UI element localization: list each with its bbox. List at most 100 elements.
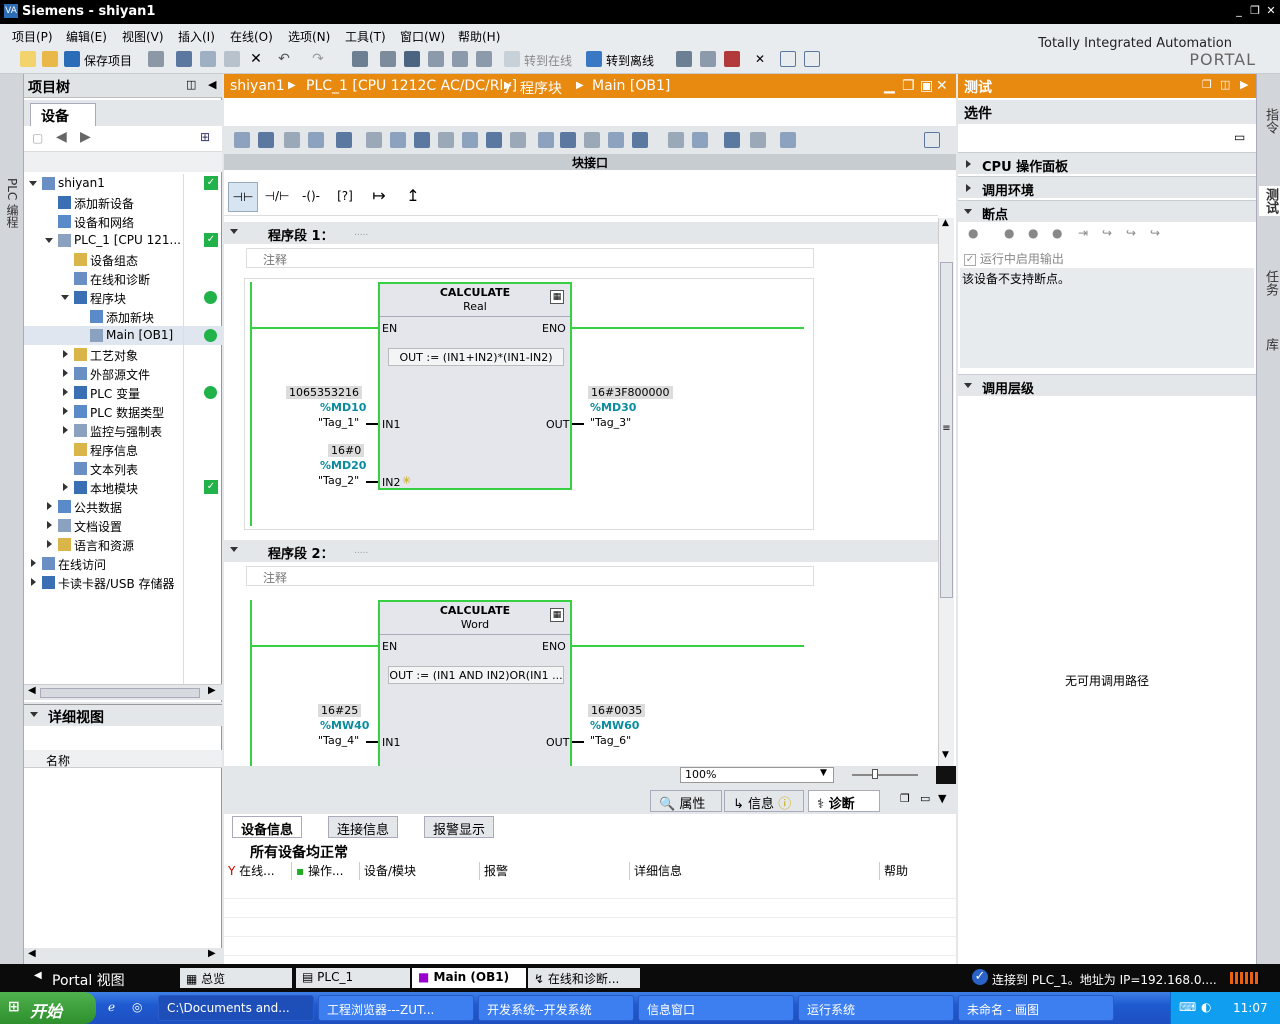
split-horizontal-icon[interactable] bbox=[780, 51, 796, 67]
collapse-network-icon[interactable] bbox=[230, 229, 238, 234]
network-1-header[interactable]: 程序段 1： ..... bbox=[224, 222, 938, 244]
tree-item[interactable]: 卡读卡器/USB 存储器 bbox=[24, 573, 222, 592]
collapse-icon[interactable] bbox=[30, 712, 38, 717]
info-tab[interactable]: ↳ 信息 ⓘ bbox=[724, 790, 804, 812]
go-offline-icon[interactable] bbox=[586, 51, 602, 67]
breadcrumb-plc[interactable]: PLC_1 [CPU 1212C AC/DC/Rly] bbox=[306, 78, 517, 94]
simulation-icon[interactable] bbox=[452, 51, 468, 67]
tree-item[interactable]: 在线和诊断 bbox=[24, 269, 222, 288]
editor-vscrollbar[interactable]: ▲ ≡ ▼ bbox=[938, 218, 954, 766]
go-offline-button[interactable]: 转到离线 bbox=[606, 52, 654, 69]
expand-icon[interactable] bbox=[966, 184, 971, 192]
expand-icon[interactable] bbox=[47, 521, 52, 529]
editor-minimize-icon[interactable]: ▁ bbox=[884, 78, 895, 94]
device-info-tab[interactable]: 设备信息 bbox=[232, 816, 303, 838]
out-address-1[interactable]: %MD30 bbox=[590, 401, 636, 414]
detail-scroll-left-icon[interactable]: ◀ bbox=[28, 948, 36, 959]
scroll-down-icon[interactable]: ▼ bbox=[942, 750, 949, 760]
minimize-icon[interactable]: _ bbox=[1232, 4, 1246, 18]
detail-name-column[interactable]: 名称 bbox=[24, 750, 222, 768]
tree-hscrollbar[interactable]: ◀ ▶ bbox=[24, 684, 222, 700]
tree-item[interactable]: PLC_1 [CPU 121... ✓ bbox=[24, 231, 222, 250]
task-info-window[interactable]: 信息窗口 bbox=[638, 995, 794, 1021]
instructions-tab[interactable]: 指令 bbox=[1261, 108, 1280, 134]
layout-icon[interactable]: ▭ bbox=[1234, 130, 1245, 144]
go-to-error-icon[interactable] bbox=[560, 132, 576, 148]
scroll-right-icon[interactable]: ▶ bbox=[208, 685, 216, 696]
overview-navigator-icon[interactable] bbox=[936, 766, 956, 784]
plc-programming-tab[interactable]: PLC 编程 bbox=[4, 178, 21, 228]
breadcrumb-project[interactable]: shiyan1 bbox=[230, 78, 285, 94]
bp-toggle-icon[interactable]: ● bbox=[1004, 226, 1014, 240]
tree-item[interactable]: PLC 数据类型 bbox=[24, 402, 222, 421]
collapse-network-icon[interactable] bbox=[230, 547, 238, 552]
stop-cpu-icon[interactable] bbox=[724, 51, 740, 67]
keyboard-icon[interactable]: ⌨ bbox=[1179, 1000, 1196, 1014]
prev-error-icon[interactable] bbox=[584, 132, 600, 148]
checkbox-icon[interactable]: ✓ bbox=[964, 253, 976, 266]
tree-item[interactable]: 程序块 bbox=[24, 288, 222, 307]
scroll-left-icon[interactable]: ◀ bbox=[28, 685, 36, 696]
bp-step-icon[interactable]: ⇥ bbox=[1078, 226, 1088, 240]
tree-item[interactable]: 设备和网络 bbox=[24, 212, 222, 231]
tree-item[interactable]: 外部源文件 bbox=[24, 364, 222, 383]
expand-icon[interactable] bbox=[31, 559, 36, 567]
in1-address-1[interactable]: %MD10 bbox=[320, 401, 366, 414]
menu-help[interactable]: 帮助(H) bbox=[458, 28, 500, 45]
bp-enable-icon[interactable]: ● bbox=[1028, 226, 1038, 240]
insert-row-icon[interactable] bbox=[284, 132, 300, 148]
monitor-icon[interactable] bbox=[462, 132, 478, 148]
tree-item[interactable]: 程序信息 bbox=[24, 440, 222, 459]
tree-item[interactable]: 添加新设备 bbox=[24, 193, 222, 212]
task-runtime[interactable]: 运行系统 bbox=[798, 995, 954, 1021]
accessible-devices-icon[interactable] bbox=[676, 51, 692, 67]
tree-item[interactable]: 监控与强制表 bbox=[24, 421, 222, 440]
call-environment-section[interactable]: 调用环境 bbox=[958, 176, 1256, 199]
zoom-slider-thumb[interactable] bbox=[872, 769, 878, 779]
comment-icon[interactable] bbox=[414, 132, 430, 148]
copy-icon[interactable] bbox=[200, 51, 216, 67]
collapse-icon[interactable] bbox=[61, 295, 69, 300]
quicklaunch-icon[interactable]: ◎ bbox=[132, 1000, 142, 1014]
status-tab-plc1[interactable]: ▤ PLC_1 bbox=[296, 968, 410, 988]
detail-view-header[interactable]: 详细视图 bbox=[24, 704, 222, 726]
collapse-icon[interactable] bbox=[964, 383, 972, 388]
compare-icon[interactable] bbox=[780, 132, 796, 148]
open-icon[interactable] bbox=[538, 132, 554, 148]
tree-item[interactable]: shiyan1 ✓ bbox=[24, 174, 222, 193]
insert-network-icon[interactable] bbox=[234, 132, 250, 148]
tree-item[interactable]: 公共数据 bbox=[24, 497, 222, 516]
network-2-title-placeholder[interactable]: ..... bbox=[354, 546, 368, 556]
expand-icon[interactable] bbox=[63, 369, 68, 377]
favorites-icon[interactable] bbox=[438, 132, 454, 148]
tree-item[interactable]: Main [OB1] bbox=[24, 326, 222, 345]
delete-icon[interactable]: ✕ bbox=[248, 51, 264, 67]
diagnostics-tab[interactable]: ⚕ 诊断 bbox=[808, 790, 880, 812]
editor-layout-icon[interactable] bbox=[924, 132, 940, 148]
back-icon[interactable]: ◀ bbox=[56, 129, 67, 145]
editor-restore-icon[interactable]: ❐ bbox=[902, 78, 915, 94]
col-alarm[interactable]: 报警 bbox=[480, 862, 630, 880]
network-icon[interactable]: ◐ bbox=[1201, 1000, 1211, 1014]
absolute-address-icon[interactable] bbox=[336, 132, 352, 148]
forward-icon[interactable]: ▶ bbox=[80, 129, 91, 145]
network-2-header[interactable]: 程序段 2： ..... bbox=[224, 540, 938, 562]
collapse-icon[interactable] bbox=[45, 238, 53, 243]
collapse-icon[interactable] bbox=[964, 209, 972, 214]
inspector-float-icon[interactable]: ❐ bbox=[900, 792, 910, 805]
ie-icon[interactable]: ℯ bbox=[108, 1000, 115, 1014]
tree-item[interactable]: 工艺对象 bbox=[24, 345, 222, 364]
clock[interactable]: 11:07 bbox=[1233, 1001, 1268, 1015]
save-icon[interactable] bbox=[64, 51, 80, 67]
enable-output-checkbox[interactable]: ✓ 运行中启用输出 bbox=[964, 250, 1250, 266]
bp-step-over-icon[interactable]: ↪ bbox=[1102, 226, 1112, 240]
outdent-icon[interactable] bbox=[692, 132, 708, 148]
task-dev-system[interactable]: 开发系统--开发系统 bbox=[478, 995, 634, 1021]
status-tab-main[interactable]: ■ Main (OB1) bbox=[412, 968, 526, 988]
menu-tools[interactable]: 工具(T) bbox=[345, 28, 386, 45]
expand-icon[interactable] bbox=[63, 350, 68, 358]
inspector-maximize-icon[interactable]: ▭ bbox=[920, 792, 930, 805]
in2-tag-1[interactable]: "Tag_2" bbox=[318, 474, 359, 487]
out-address-2[interactable]: %MW60 bbox=[590, 719, 639, 732]
tree-item[interactable]: 语言和资源 bbox=[24, 535, 222, 554]
